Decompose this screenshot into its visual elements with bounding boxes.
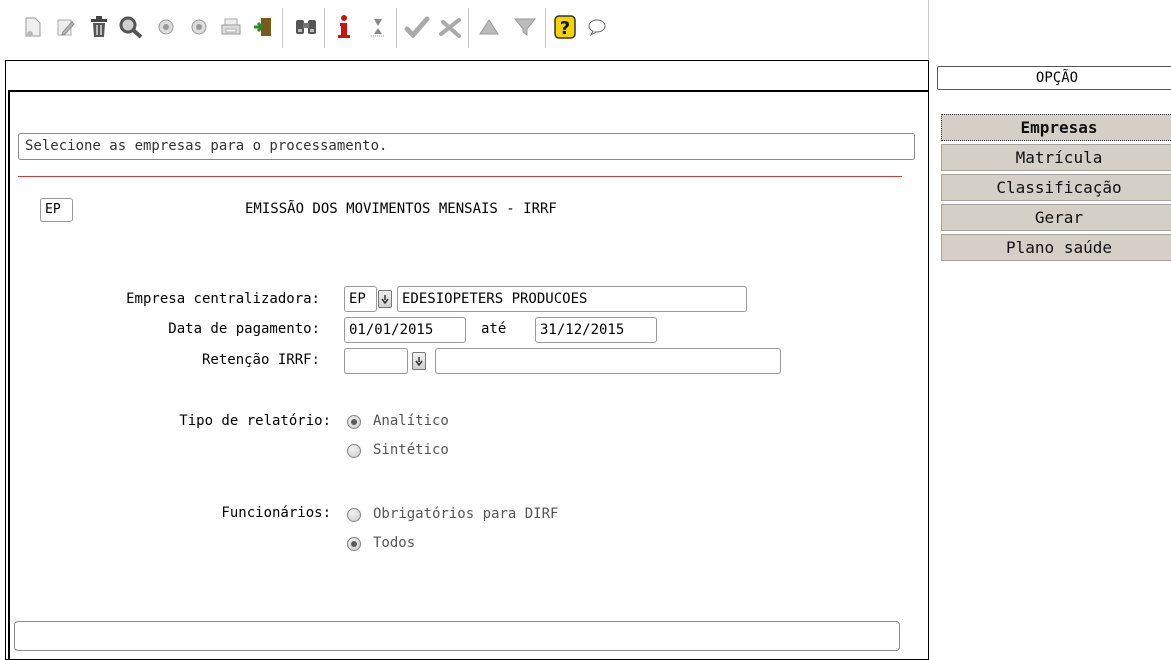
retencao-label: Retenção IRRF: — [201, 352, 320, 368]
funcionarios-label: Funcionários: — [221, 505, 331, 521]
svg-text:?: ? — [560, 18, 570, 39]
data-fim-field[interactable]: 31/12/2015 — [535, 317, 657, 343]
hourglass-icon[interactable] — [365, 14, 391, 40]
radio-todos[interactable] — [347, 537, 361, 551]
filter-icon[interactable] — [512, 14, 538, 40]
menu-item-gerar[interactable]: Gerar — [941, 204, 1171, 231]
radio-todos-label[interactable]: Todos — [373, 535, 415, 551]
radio-obrigatorios-dirf[interactable] — [347, 508, 361, 522]
menu-item-classificacao[interactable]: Classificação — [941, 174, 1171, 201]
search-magnifier-icon[interactable] — [118, 14, 144, 40]
new-document-icon[interactable] — [20, 14, 46, 40]
cancel-icon[interactable] — [437, 14, 463, 40]
data-pagamento-label: Data de pagamento: — [168, 321, 320, 337]
radio-sintetico[interactable] — [347, 444, 361, 458]
toolbar-separator — [468, 8, 469, 48]
data-inicio-field[interactable]: 01/01/2015 — [344, 317, 466, 343]
empresa-name-field[interactable]: EDESIOPETERS PRODUCOES — [397, 286, 747, 312]
empresa-label: Empresa centralizadora: — [126, 291, 320, 307]
radio-analitico[interactable] — [347, 415, 361, 429]
info-icon[interactable] — [331, 14, 357, 40]
toolbar-separator — [324, 8, 325, 48]
toolbar: ? — [0, 0, 930, 60]
triangle-up-icon[interactable] — [476, 14, 502, 40]
print-icon[interactable] — [218, 14, 244, 40]
menu-item-empresas[interactable]: Empresas — [941, 114, 1171, 141]
tipo-relatorio-label: Tipo de relatório: — [179, 413, 331, 429]
toolbar-separator — [282, 8, 283, 48]
header-divider — [18, 176, 902, 177]
radio-sintetico-label[interactable]: Sintético — [373, 442, 449, 458]
option-header: OPÇÃO — [937, 66, 1171, 90]
program-code: EP — [40, 198, 73, 222]
previous-circle-icon[interactable] — [153, 14, 179, 40]
next-circle-icon[interactable] — [186, 14, 212, 40]
radio-analitico-label[interactable]: Analítico — [373, 413, 449, 429]
status-bar — [14, 621, 900, 651]
hint-message: Selecione as empresas para o processamen… — [18, 133, 915, 160]
retencao-desc-field[interactable] — [435, 348, 781, 374]
menu-item-matricula[interactable]: Matrícula — [941, 144, 1171, 171]
toolbar-separator — [396, 8, 397, 48]
empresa-code-field[interactable]: EP — [344, 286, 377, 312]
delete-trash-icon[interactable] — [86, 14, 112, 40]
page-title: EMISSÃO DOS MOVIMENTOS MENSAIS - IRRF — [245, 201, 557, 217]
exit-door-icon[interactable] — [250, 14, 276, 40]
arrow-down-icon — [381, 295, 389, 304]
edit-icon[interactable] — [53, 14, 79, 40]
binoculars-icon[interactable] — [293, 14, 319, 40]
help-question-icon[interactable]: ? — [552, 14, 578, 40]
radio-obrigatorios-dirf-label[interactable]: Obrigatórios para DIRF — [373, 506, 558, 522]
arrow-down-icon — [415, 357, 423, 366]
chat-bubble-icon[interactable] — [584, 14, 610, 40]
retencao-code-field[interactable] — [344, 348, 408, 374]
toolbar-separator — [928, 0, 929, 60]
menu-item-plano-saude[interactable]: Plano saúde — [941, 234, 1171, 261]
retencao-dropdown-button[interactable] — [412, 352, 426, 370]
empresa-dropdown-button[interactable] — [378, 290, 392, 308]
ate-label: até — [481, 321, 507, 337]
check-icon[interactable] — [404, 14, 430, 40]
toolbar-separator — [545, 8, 546, 48]
